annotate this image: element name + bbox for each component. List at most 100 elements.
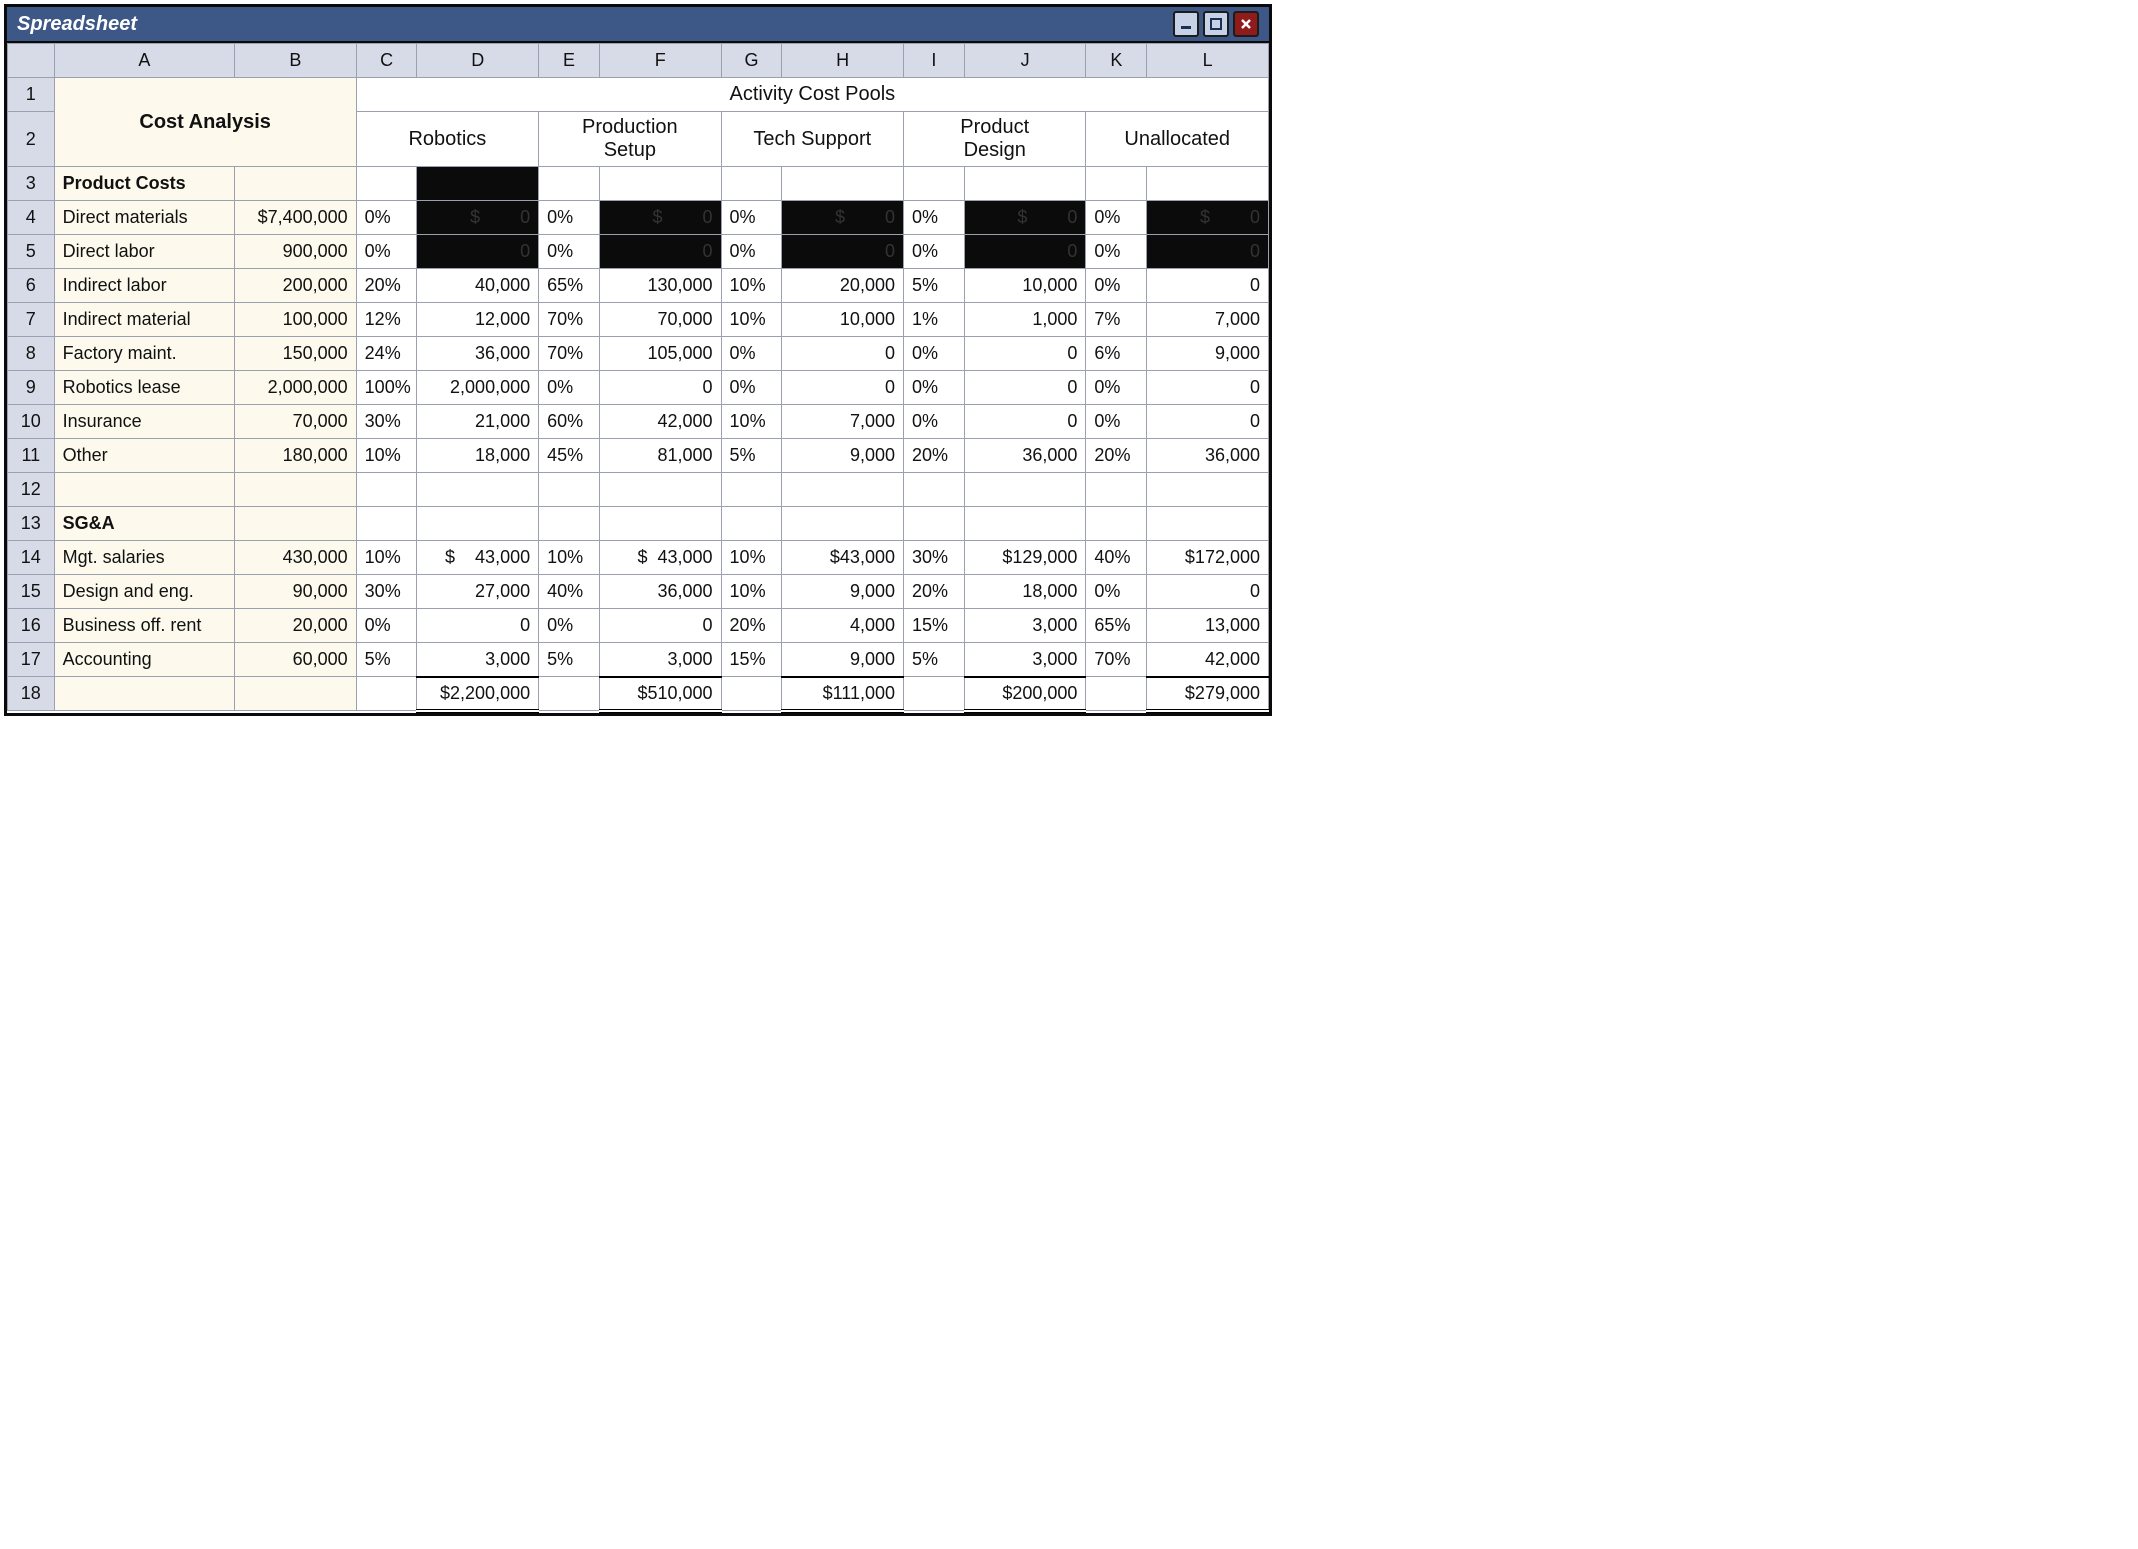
cell-E14[interactable]: 10%	[539, 541, 600, 575]
cell-A16[interactable]: Business off. rent	[54, 609, 234, 643]
cell-B4[interactable]: $7,400,000	[235, 201, 357, 235]
section-sga[interactable]: SG&A	[54, 507, 234, 541]
cell-E5[interactable]: 0%	[539, 235, 600, 269]
cell-C11[interactable]: 10%	[356, 439, 417, 473]
cell-K15[interactable]: 0%	[1086, 575, 1147, 609]
cell-F4[interactable]: $ 0	[599, 201, 721, 235]
cell-K8[interactable]: 6%	[1086, 337, 1147, 371]
rownum-8[interactable]: 8	[8, 337, 55, 371]
cell-C10[interactable]: 30%	[356, 405, 417, 439]
cell-E15[interactable]: 40%	[539, 575, 600, 609]
cell-H14[interactable]: $43,000	[782, 541, 904, 575]
rownum-3[interactable]: 3	[8, 167, 55, 201]
cell-B18[interactable]	[235, 677, 357, 711]
cell-F16[interactable]: 0	[599, 609, 721, 643]
cell-B17[interactable]: 60,000	[235, 643, 357, 677]
cell-E11[interactable]: 45%	[539, 439, 600, 473]
cell-H10[interactable]: 7,000	[782, 405, 904, 439]
col-E[interactable]: E	[539, 44, 600, 78]
col-G[interactable]: G	[721, 44, 782, 78]
col-D[interactable]: D	[417, 44, 539, 78]
cell-D13[interactable]	[417, 507, 539, 541]
cell-L15[interactable]: 0	[1147, 575, 1269, 609]
cell-D7[interactable]: 12,000	[417, 303, 539, 337]
cell-I14[interactable]: 30%	[903, 541, 964, 575]
cell-B6[interactable]: 200,000	[235, 269, 357, 303]
cell-L8[interactable]: 9,000	[1147, 337, 1269, 371]
cell-D10[interactable]: 21,000	[417, 405, 539, 439]
cell-C9[interactable]: 100%	[356, 371, 417, 405]
cell-I16[interactable]: 15%	[903, 609, 964, 643]
cell-J13[interactable]	[964, 507, 1086, 541]
cell-H15[interactable]: 9,000	[782, 575, 904, 609]
total-tech-support[interactable]: $111,000	[782, 677, 904, 711]
cell-G13[interactable]	[721, 507, 782, 541]
cell-F12[interactable]	[599, 473, 721, 507]
cell-A17[interactable]: Accounting	[54, 643, 234, 677]
cell-K14[interactable]: 40%	[1086, 541, 1147, 575]
cell-G10[interactable]: 10%	[721, 405, 782, 439]
total-robotics[interactable]: $2,200,000	[417, 677, 539, 711]
cell-E4[interactable]: 0%	[539, 201, 600, 235]
cell-K12[interactable]	[1086, 473, 1147, 507]
minimize-button[interactable]	[1173, 11, 1199, 37]
rownum-11[interactable]: 11	[8, 439, 55, 473]
cell-E13[interactable]	[539, 507, 600, 541]
cell-C5[interactable]: 0%	[356, 235, 417, 269]
cell-I9[interactable]: 0%	[903, 371, 964, 405]
cell-B11[interactable]: 180,000	[235, 439, 357, 473]
cell-G6[interactable]: 10%	[721, 269, 782, 303]
cell-K7[interactable]: 7%	[1086, 303, 1147, 337]
cell-C4[interactable]: 0%	[356, 201, 417, 235]
cell-F17[interactable]: 3,000	[599, 643, 721, 677]
rownum-14[interactable]: 14	[8, 541, 55, 575]
cell-A12[interactable]	[54, 473, 234, 507]
cell-F14[interactable]: $ 43,000	[599, 541, 721, 575]
cell-J5[interactable]: 0	[964, 235, 1086, 269]
cell-C14[interactable]: 10%	[356, 541, 417, 575]
cell-K11[interactable]: 20%	[1086, 439, 1147, 473]
maximize-button[interactable]	[1203, 11, 1229, 37]
cell-G9[interactable]: 0%	[721, 371, 782, 405]
cell-J10[interactable]: 0	[964, 405, 1086, 439]
cell-I7[interactable]: 1%	[903, 303, 964, 337]
cell-D8[interactable]: 36,000	[417, 337, 539, 371]
activity-pools-header[interactable]: Activity Cost Pools	[356, 78, 1268, 112]
pool-unallocated[interactable]: Unallocated	[1086, 112, 1269, 167]
cell-E6[interactable]: 65%	[539, 269, 600, 303]
rownum-13[interactable]: 13	[8, 507, 55, 541]
cell-D16[interactable]: 0	[417, 609, 539, 643]
rownum-5[interactable]: 5	[8, 235, 55, 269]
cell-J9[interactable]: 0	[964, 371, 1086, 405]
cell-D11[interactable]: 18,000	[417, 439, 539, 473]
pool-production-setup[interactable]: Production Setup	[539, 112, 721, 167]
rownum-10[interactable]: 10	[8, 405, 55, 439]
cell-B8[interactable]: 150,000	[235, 337, 357, 371]
rownum-4[interactable]: 4	[8, 201, 55, 235]
cell-D4[interactable]: $ 0	[417, 201, 539, 235]
cell-J15[interactable]: 18,000	[964, 575, 1086, 609]
cell-I3[interactable]	[903, 167, 964, 201]
col-J[interactable]: J	[964, 44, 1086, 78]
cell-E12[interactable]	[539, 473, 600, 507]
col-H[interactable]: H	[782, 44, 904, 78]
cell-L4[interactable]: $ 0	[1147, 201, 1269, 235]
cell-C17[interactable]: 5%	[356, 643, 417, 677]
cell-L14[interactable]: $172,000	[1147, 541, 1269, 575]
cell-J17[interactable]: 3,000	[964, 643, 1086, 677]
cell-K3[interactable]	[1086, 167, 1147, 201]
cell-G11[interactable]: 5%	[721, 439, 782, 473]
cell-D12[interactable]	[417, 473, 539, 507]
cell-C12[interactable]	[356, 473, 417, 507]
total-product-design[interactable]: $200,000	[964, 677, 1086, 711]
cell-G15[interactable]: 10%	[721, 575, 782, 609]
cell-J6[interactable]: 10,000	[964, 269, 1086, 303]
cell-C3[interactable]	[356, 167, 417, 201]
cell-C16[interactable]: 0%	[356, 609, 417, 643]
pool-robotics[interactable]: Robotics	[356, 112, 538, 167]
cell-A18[interactable]	[54, 677, 234, 711]
cell-H7[interactable]: 10,000	[782, 303, 904, 337]
cell-B10[interactable]: 70,000	[235, 405, 357, 439]
cell-F5[interactable]: 0	[599, 235, 721, 269]
cell-B9[interactable]: 2,000,000	[235, 371, 357, 405]
